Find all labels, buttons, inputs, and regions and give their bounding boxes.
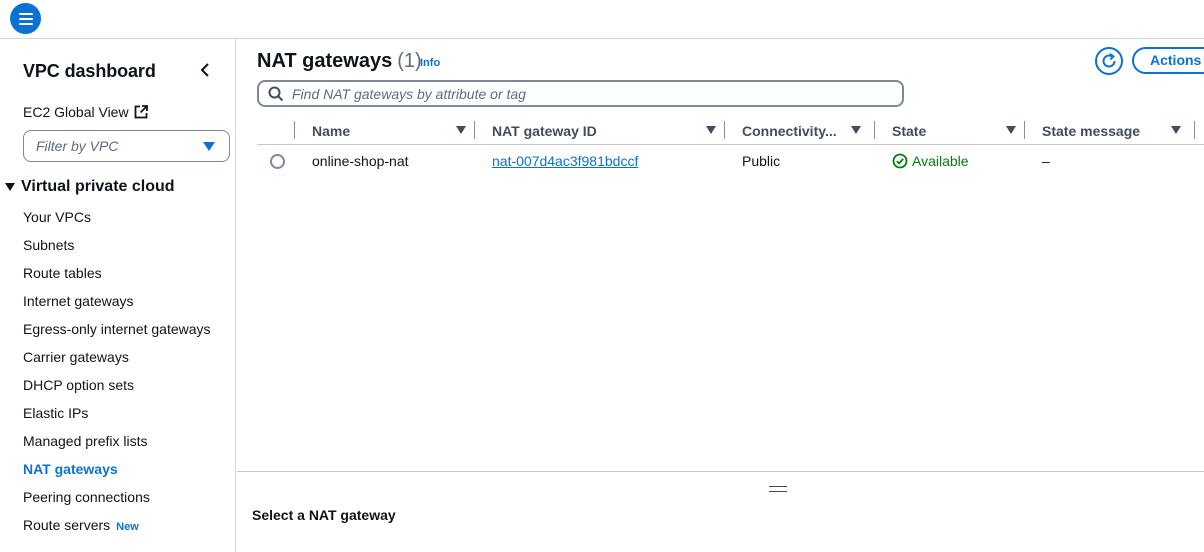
sidebar-item-nat-gateways[interactable]: NAT gateways (23, 459, 228, 479)
column-header-name[interactable]: Name (312, 117, 466, 144)
column-divider[interactable] (1024, 121, 1025, 139)
cell-name: online-shop-nat (312, 153, 409, 169)
menu-icon[interactable] (10, 3, 41, 34)
sidebar-item-egress-only-internet-gateways[interactable]: Egress-only internet gateways (23, 319, 228, 339)
page-title-text: NAT gateways (257, 50, 393, 72)
check-circle-icon (892, 153, 908, 169)
table-header: Name NAT gateway ID Connectivity... Stat… (257, 117, 1204, 145)
column-header-label: Name (312, 122, 351, 139)
sidebar-item-route-tables[interactable]: Route tables (23, 263, 228, 283)
column-divider[interactable] (474, 121, 475, 139)
column-header-state-message[interactable]: State message (1042, 117, 1181, 144)
new-badge: New (116, 521, 139, 533)
top-navigation-bar (0, 0, 1204, 39)
ec2-global-view-label: EC2 Global View (23, 104, 129, 120)
caret-down-icon (5, 183, 15, 191)
sort-caret-icon (1006, 126, 1016, 134)
cell-nat-gateway-id-link[interactable]: nat-007d4ac3f981bdccf (492, 153, 638, 169)
column-header-label: State message (1042, 122, 1141, 139)
sidebar-title[interactable]: VPC dashboard (23, 61, 156, 82)
sidebar-section-label: Virtual private cloud (21, 178, 175, 195)
search-input[interactable] (292, 85, 882, 102)
sort-caret-icon (706, 126, 716, 134)
sidebar-item-elastic-ips[interactable]: Elastic IPs (23, 403, 228, 423)
column-header-label: NAT gateway ID (492, 122, 597, 139)
filter-by-vpc-placeholder: Filter by VPC (36, 138, 119, 154)
item-count: (1) (397, 50, 422, 72)
caret-down-icon (203, 142, 215, 151)
column-divider[interactable] (294, 121, 295, 139)
column-header-label: Connectivity... (742, 122, 837, 139)
state-label: Available (912, 153, 969, 169)
sidebar-item-label: Route servers (23, 517, 111, 533)
search-icon (268, 86, 284, 101)
column-divider[interactable] (724, 121, 725, 139)
main-content: NAT gateways(1) Info Actions Name NAT ga… (237, 39, 1204, 471)
cell-state: Available (892, 153, 969, 169)
sort-caret-icon (851, 126, 861, 134)
sidebar-item-your-vpcs[interactable]: Your VPCs (23, 207, 228, 227)
column-header-label: State (892, 122, 927, 139)
cell-state-message: – (1042, 153, 1050, 169)
table-row[interactable]: online-shop-nat nat-007d4ac3f981bdccf Pu… (257, 146, 1204, 178)
split-panel: Select a NAT gateway (237, 471, 1204, 552)
sidebar-section-virtual-private-cloud[interactable]: Virtual private cloud (5, 178, 175, 196)
drag-handle-icon[interactable] (769, 486, 787, 492)
row-select-radio[interactable] (270, 154, 285, 169)
sort-caret-icon (456, 126, 466, 134)
page-title: NAT gateways (1) (257, 50, 422, 73)
sidebar-item-route-servers[interactable]: Route servers New (23, 515, 228, 537)
sidebar: VPC dashboard EC2 Global View Filter by … (0, 39, 236, 552)
cell-connectivity: Public (742, 153, 781, 169)
sort-caret-icon (1171, 126, 1181, 134)
sidebar-item-internet-gateways[interactable]: Internet gateways (23, 291, 228, 311)
sidebar-item-subnets[interactable]: Subnets (23, 235, 228, 255)
search-bar (257, 80, 904, 107)
column-header-state[interactable]: State (892, 117, 1016, 144)
column-divider[interactable] (1194, 121, 1195, 139)
actions-button[interactable]: Actions (1132, 47, 1204, 74)
info-link[interactable]: Info (420, 57, 440, 69)
external-link-icon (134, 105, 148, 119)
sidebar-item-peering-connections[interactable]: Peering connections (23, 487, 228, 507)
sidebar-item-carrier-gateways[interactable]: Carrier gateways (23, 347, 228, 367)
refresh-button[interactable] (1095, 47, 1123, 75)
chevron-left-icon[interactable] (196, 59, 214, 81)
refresh-icon (1102, 52, 1116, 68)
sidebar-item-ec2-global-view[interactable]: EC2 Global View (23, 104, 148, 120)
split-panel-title: Select a NAT gateway (252, 507, 396, 523)
filter-by-vpc-select[interactable]: Filter by VPC (23, 130, 230, 162)
column-header-nat-gateway-id[interactable]: NAT gateway ID (492, 117, 716, 144)
sidebar-item-dhcp-option-sets[interactable]: DHCP option sets (23, 375, 228, 395)
column-divider[interactable] (874, 121, 875, 139)
sidebar-nav-list: Your VPCs Subnets Route tables Internet … (23, 207, 228, 545)
sidebar-item-managed-prefix-lists[interactable]: Managed prefix lists (23, 431, 228, 451)
column-header-connectivity[interactable]: Connectivity... (742, 117, 861, 144)
